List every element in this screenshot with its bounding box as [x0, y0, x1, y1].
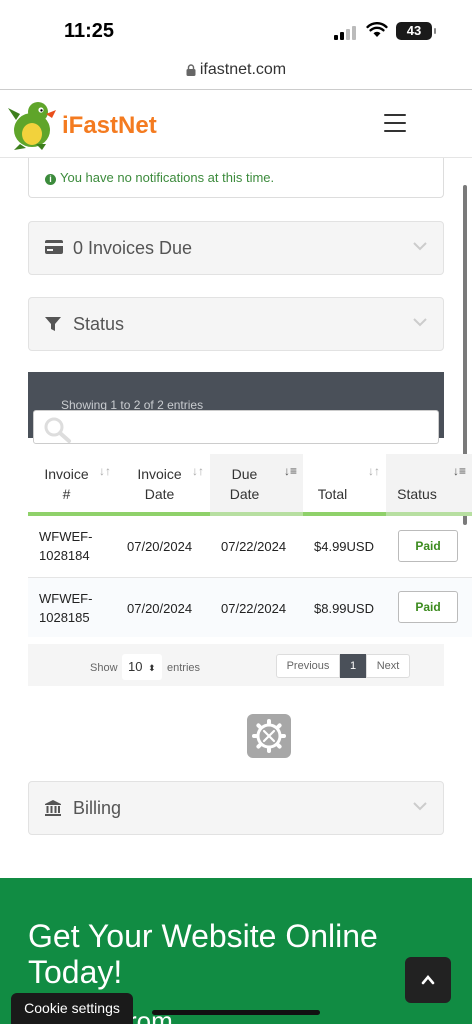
site-header: iFastNet: [0, 90, 472, 158]
page-length-select[interactable]: 10 ⬍: [122, 654, 162, 680]
billing-title: Billing: [73, 798, 122, 818]
cookie-settings-button[interactable]: Cookie settings: [11, 993, 133, 1024]
gear-icon: [252, 719, 286, 753]
brand-name[interactable]: iFastNet: [62, 112, 157, 140]
url-text: ifastnet.com: [186, 61, 286, 78]
table-row[interactable]: WFWEF- 1028184 07/20/2024 07/22/2024 $4.…: [28, 516, 472, 576]
select-arrows-icon: ⬍: [148, 663, 156, 673]
credit-card-icon: [45, 240, 63, 254]
column-label: Date: [144, 486, 175, 502]
column-header-due-date[interactable]: Due Date ↓≡: [210, 454, 303, 516]
chevron-down-icon: [413, 802, 427, 811]
status-badge[interactable]: Paid: [398, 530, 458, 562]
notification-message: i You have no notifications at this time.: [45, 170, 274, 185]
invoices-due-panel[interactable]: 0 Invoices Due: [28, 221, 444, 275]
footer-subheading: rom: [128, 1006, 173, 1024]
column-label: Due: [231, 466, 258, 482]
next-page-button[interactable]: Next: [366, 654, 410, 678]
bank-icon: [45, 800, 61, 816]
invoice-number: 1028185: [39, 610, 90, 625]
status-panel[interactable]: Status: [28, 297, 444, 351]
sort-descending-icon: ↓≡: [283, 464, 297, 478]
wifi-icon: [366, 22, 388, 37]
cellular-signal-icon: [334, 24, 360, 40]
status-bar: 11:25 43: [0, 0, 472, 56]
invoice-number: WFWEF-: [39, 529, 93, 544]
tools-button[interactable]: [247, 714, 291, 758]
dragon-logo-icon[interactable]: [6, 98, 60, 150]
notification-panel: i You have no notifications at this time.: [28, 158, 444, 198]
table-row[interactable]: WFWEF- 1028185 07/20/2024 07/22/2024 $8.…: [28, 577, 472, 637]
info-icon: i: [45, 174, 56, 185]
total-cell: $4.99USD: [314, 538, 374, 554]
table-footer: Show 10 ⬍ entries Previous 1 Next: [28, 644, 444, 686]
invoice-number: 1028184: [39, 548, 90, 563]
due-date-cell: 07/22/2024: [221, 600, 287, 616]
invoice-number: WFWEF-: [39, 591, 93, 606]
home-indicator[interactable]: [152, 1010, 320, 1015]
url-value: ifastnet.com: [199, 61, 287, 78]
battery-icon: 43: [396, 22, 436, 40]
column-label: Status: [397, 486, 437, 502]
column-header-invoice-date[interactable]: Invoice Date ↓↑: [117, 454, 210, 516]
address-bar[interactable]: ifastnet.com: [0, 56, 472, 90]
invoices-due-title: 0 Invoices Due: [73, 238, 193, 258]
sort-icon: ↓↑: [368, 464, 380, 478]
filter-icon: [45, 317, 61, 331]
notification-text: You have no notifications at this time.: [60, 170, 275, 185]
column-label: Invoice: [44, 466, 89, 482]
due-date-cell: 07/22/2024: [221, 538, 287, 554]
footer-heading: Get Your Website Online Today!: [28, 918, 378, 990]
total-cell: $8.99USD: [314, 600, 374, 616]
previous-page-button[interactable]: Previous: [276, 654, 340, 678]
status-title: Status: [73, 314, 125, 334]
chevron-down-icon: [413, 318, 427, 327]
column-label: #: [62, 486, 71, 502]
invoice-date-cell: 07/20/2024: [127, 538, 193, 554]
show-label: Show: [90, 662, 118, 674]
invoice-number-cell: WFWEF- 1028184: [39, 516, 92, 576]
column-header-status[interactable]: Status ↓≡: [386, 454, 472, 516]
table-header: Invoice # ↓↑ Invoice Date ↓↑ Due Date ↓≡…: [28, 454, 472, 516]
chevron-up-icon: [421, 974, 435, 985]
status-badge[interactable]: Paid: [398, 591, 458, 623]
scroll-to-top-button[interactable]: [405, 957, 451, 1003]
column-label: Total: [317, 486, 348, 502]
invoice-number-cell: WFWEF- 1028185: [39, 578, 92, 638]
invoice-date-cell: 07/20/2024: [127, 600, 193, 616]
page-1-button[interactable]: 1: [340, 654, 366, 678]
sort-icon: ↓≡: [452, 464, 466, 478]
table-search-input[interactable]: [33, 410, 439, 444]
sort-icon: ↓↑: [99, 464, 111, 478]
menu-icon[interactable]: [384, 114, 406, 132]
column-label: Date: [229, 486, 260, 502]
entries-label: entries: [167, 662, 201, 674]
column-header-invoice[interactable]: Invoice # ↓↑: [28, 454, 117, 516]
clock: 11:25: [64, 20, 115, 42]
page-length-value: 10: [128, 659, 143, 674]
lock-icon: [186, 64, 196, 76]
chevron-down-icon: [413, 242, 427, 251]
search-icon: [44, 417, 71, 443]
billing-panel[interactable]: Billing: [28, 781, 444, 835]
